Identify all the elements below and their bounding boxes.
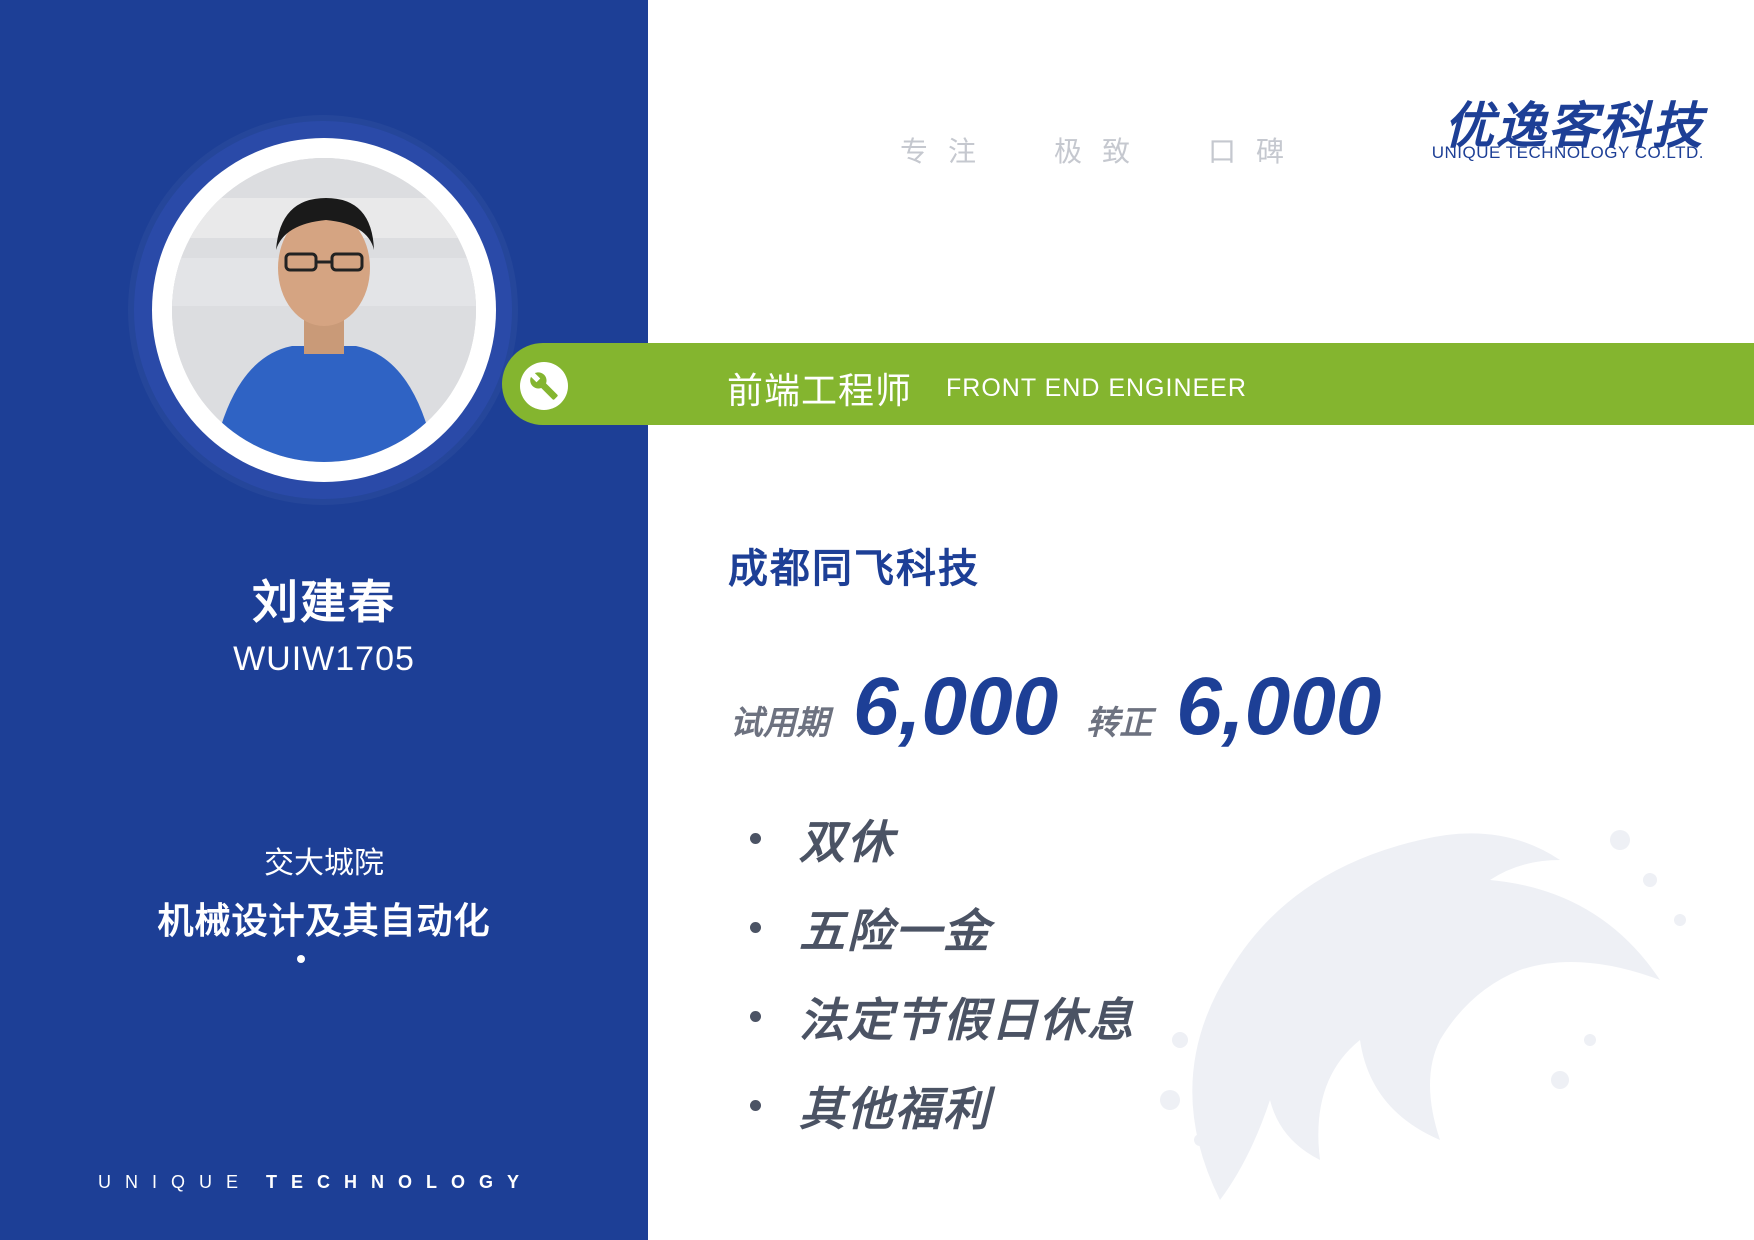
avatar	[172, 158, 476, 462]
company-logo-en: UNIQUE TECHNOLOGY CO.LTD.	[1431, 143, 1704, 162]
slogan-item: 专注	[900, 135, 997, 168]
decorative-dot	[297, 955, 305, 963]
benefit-text: 双休	[799, 814, 895, 869]
wrench-icon	[530, 372, 558, 400]
job-title-en: FRONT END ENGINEER	[946, 374, 1247, 402]
benefit-text: 其他福利	[799, 1081, 991, 1136]
list-item: 双休	[750, 794, 1135, 883]
benefit-text: 五险一金	[799, 903, 991, 958]
job-title-cn: 前端工程师	[727, 371, 913, 412]
list-item: 法定节假日休息	[750, 972, 1135, 1061]
candidate-major: 机械设计及其自动化	[157, 901, 491, 942]
candidate-id: WUIW1705	[233, 640, 415, 678]
footer-word-unique: UNIQUE	[98, 1172, 253, 1192]
regular-salary: 6,000	[1176, 661, 1382, 752]
slogan: 专注 极致 口碑	[900, 130, 1362, 170]
salary-row: 试用期 6,000 转正 6,000	[730, 660, 1409, 754]
company-name: 成都同飞科技	[728, 546, 980, 592]
wrench-badge	[520, 362, 568, 410]
candidate-name: 刘建春	[252, 575, 396, 629]
slogan-item: 极致	[1054, 135, 1151, 168]
benefits-list: 双休 五险一金 法定节假日休息 其他福利	[750, 794, 1135, 1150]
footer-word-technology: TECHNOLOGY	[266, 1172, 534, 1192]
dolphin-watermark-icon	[1160, 830, 1686, 1200]
slogan-item: 口碑	[1208, 135, 1305, 168]
list-item: 五险一金	[750, 883, 1135, 972]
probation-label: 试用期	[730, 703, 829, 742]
bullet-icon	[750, 1011, 761, 1022]
bullet-icon	[750, 833, 761, 844]
candidate-school: 交大城院	[264, 846, 384, 881]
list-item: 其他福利	[750, 1061, 1135, 1150]
footer-brand: UNIQUE TECHNOLOGY	[98, 1172, 533, 1193]
avatar-photo	[172, 158, 476, 462]
benefit-text: 法定节假日休息	[799, 992, 1135, 1047]
bullet-icon	[750, 1100, 761, 1111]
regular-label: 转正	[1086, 703, 1153, 742]
probation-salary: 6,000	[853, 661, 1059, 752]
bullet-icon	[750, 922, 761, 933]
